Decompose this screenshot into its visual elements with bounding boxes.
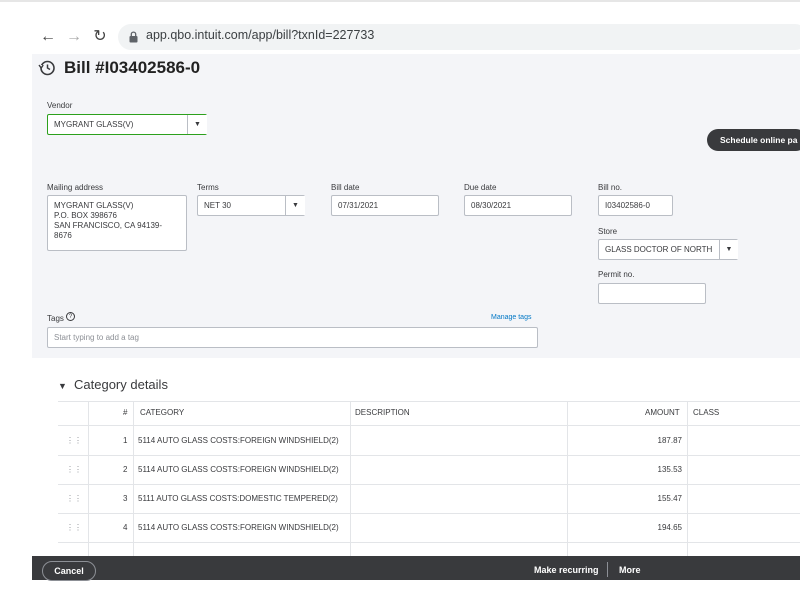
bill-no-label: Bill no. [598, 183, 623, 192]
column-header-number: # [123, 408, 128, 417]
row-divider [58, 542, 800, 543]
mailing-address-line: P.O. BOX 398676 [54, 211, 118, 220]
bill-date-input[interactable]: 07/31/2021 [331, 195, 439, 216]
store-select[interactable]: GLASS DOCTOR OF NORTH [598, 239, 738, 260]
row-divider [58, 455, 800, 456]
collapse-caret-icon[interactable]: ▼ [58, 381, 67, 391]
mailing-address-line: 8676 [54, 231, 72, 240]
row-number: 2 [123, 465, 128, 474]
table-header-bottom-border [58, 425, 800, 426]
manage-tags-link[interactable]: Manage tags [491, 314, 531, 321]
tab-strip-edge [0, 0, 800, 2]
url-text: app.qbo.intuit.com/app/bill?txnId=227733 [146, 28, 375, 42]
lock-icon [129, 30, 138, 43]
bill-date-label: Bill date [331, 183, 360, 192]
tags-placeholder: Start typing to add a tag [54, 333, 139, 342]
category-cell[interactable]: 5111 AUTO GLASS COSTS:DOMESTIC TEMPERED(… [138, 494, 338, 503]
drag-handle-icon[interactable]: ⋮⋮ [66, 523, 82, 532]
recent-transactions-icon[interactable] [38, 59, 56, 77]
column-divider [350, 401, 351, 561]
row-number: 4 [123, 523, 128, 532]
column-header-description[interactable]: DESCRIPTION [355, 408, 410, 417]
row-divider [58, 513, 800, 514]
table-header-top-border [58, 401, 800, 402]
tags-input[interactable]: Start typing to add a tag [47, 327, 538, 348]
store-value: GLASS DOCTOR OF NORTH [605, 245, 713, 254]
permit-no-input[interactable] [598, 283, 706, 304]
terms-dropdown-arrow-icon[interactable]: ▼ [285, 196, 305, 215]
due-date-input[interactable]: 08/30/2021 [464, 195, 572, 216]
vendor-dropdown-arrow-icon[interactable]: ▼ [187, 115, 207, 134]
mailing-address-line: SAN FRANCISCO, CA 94139- [54, 221, 163, 230]
terms-value: NET 30 [204, 201, 231, 210]
drag-handle-icon[interactable]: ⋮⋮ [66, 436, 82, 445]
footer-bar [32, 556, 800, 580]
back-arrow-icon[interactable]: ← [38, 27, 58, 47]
mailing-address-field[interactable]: MYGRANT GLASS(V) P.O. BOX 398676 SAN FRA… [47, 195, 187, 251]
row-divider [58, 484, 800, 485]
vendor-select[interactable]: MYGRANT GLASS(V) [47, 114, 207, 135]
column-header-category[interactable]: CATEGORY [140, 408, 184, 417]
amount-cell[interactable]: 194.65 [600, 523, 682, 532]
row-number: 1 [123, 436, 128, 445]
drag-handle-icon[interactable]: ⋮⋮ [66, 465, 82, 474]
schedule-online-payment-button[interactable]: Schedule online pa [707, 129, 800, 151]
make-recurring-button[interactable]: Make recurring [534, 565, 599, 575]
category-details-title: Category details [74, 377, 168, 392]
page-title: Bill #I03402586-0 [64, 58, 201, 77]
bill-date-value: 07/31/2021 [338, 201, 379, 210]
drag-handle-icon[interactable]: ⋮⋮ [66, 494, 82, 503]
amount-cell[interactable]: 155.47 [600, 494, 682, 503]
category-cell[interactable]: 5114 AUTO GLASS COSTS:FOREIGN WINDSHIELD… [138, 465, 339, 474]
footer-divider [607, 562, 608, 577]
more-button[interactable]: More [619, 565, 641, 575]
column-header-amount[interactable]: AMOUNT [645, 408, 680, 417]
store-label: Store [598, 227, 618, 236]
category-cell[interactable]: 5114 AUTO GLASS COSTS:FOREIGN WINDSHIELD… [138, 523, 339, 532]
forward-arrow-icon[interactable]: → [64, 27, 84, 47]
bill-no-input[interactable]: I03402586-0 [598, 195, 673, 216]
cancel-button[interactable]: Cancel [42, 561, 96, 581]
tags-label: Tags [47, 314, 64, 323]
due-date-label: Due date [464, 183, 497, 192]
mailing-address-line: MYGRANT GLASS(V) [54, 201, 134, 210]
amount-cell[interactable]: 135.53 [600, 465, 682, 474]
column-divider [687, 401, 688, 561]
vendor-value: MYGRANT GLASS(V) [54, 120, 134, 129]
bill-no-value: I03402586-0 [605, 201, 650, 210]
amount-cell[interactable]: 187.87 [600, 436, 682, 445]
reload-icon[interactable]: ↻ [90, 27, 110, 47]
category-cell[interactable]: 5114 AUTO GLASS COSTS:FOREIGN WINDSHIELD… [138, 436, 339, 445]
mailing-address-label: Mailing address [47, 183, 104, 192]
column-divider [133, 401, 134, 561]
vendor-label: Vendor [47, 101, 73, 110]
column-divider [88, 401, 89, 561]
column-divider [567, 401, 568, 561]
due-date-value: 08/30/2021 [471, 201, 512, 210]
column-header-class[interactable]: CLASS [693, 408, 719, 417]
row-number: 3 [123, 494, 128, 503]
permit-no-label: Permit no. [598, 270, 635, 279]
help-icon[interactable]: ? [66, 312, 75, 321]
store-dropdown-arrow-icon[interactable]: ▼ [719, 240, 738, 259]
terms-label: Terms [197, 183, 219, 192]
